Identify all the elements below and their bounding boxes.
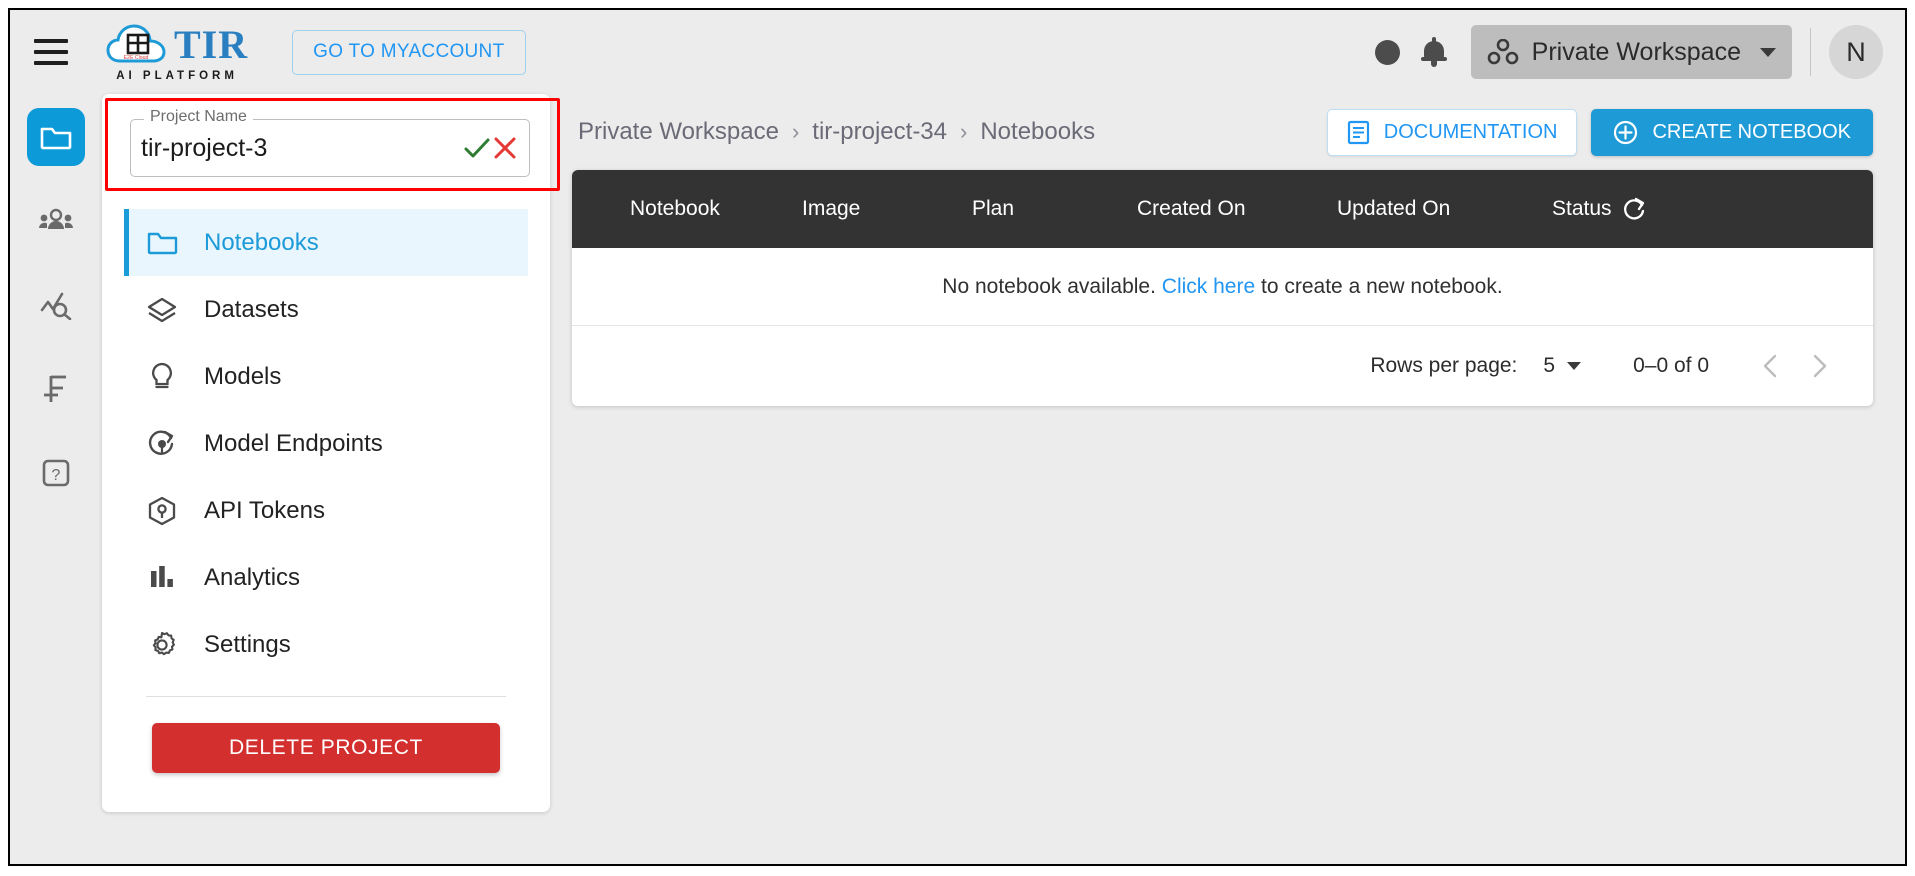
- column-header-status-label: Status: [1552, 197, 1612, 220]
- menu-item-settings[interactable]: Settings: [124, 611, 528, 678]
- avatar[interactable]: N: [1829, 25, 1883, 79]
- breadcrumb-item-workspace[interactable]: Private Workspace: [578, 118, 779, 146]
- gear-icon: [146, 630, 178, 660]
- billing-icon: [44, 375, 66, 402]
- cube-icon: [146, 496, 178, 526]
- column-header-updated-on: Updated On: [1337, 197, 1451, 220]
- previous-page-button[interactable]: [1747, 342, 1795, 390]
- empty-text-before: No notebook available.: [942, 274, 1156, 298]
- create-notebook-button-label: CREATE NOTEBOOK: [1652, 120, 1851, 143]
- endpoint-refresh-icon: [146, 429, 178, 459]
- breadcrumb-item-notebooks: Notebooks: [980, 118, 1096, 145]
- menu-item-label: API Tokens: [204, 496, 325, 524]
- column-header-image: Image: [802, 197, 861, 220]
- page-actions: DOCUMENTATION CREATE NOTEBOOK: [1326, 108, 1905, 156]
- plus-circle-icon: [1614, 120, 1638, 144]
- pagination-range-label: 0–0 of 0: [1633, 354, 1709, 377]
- brand-name: TIR: [174, 21, 249, 67]
- table-empty-state: No notebook available. Click here to cre…: [572, 248, 1873, 326]
- rail-item-billing[interactable]: [27, 360, 85, 418]
- project-name-highlight-box: [105, 98, 560, 191]
- theme-toggle-button[interactable]: [1365, 29, 1411, 75]
- brand-logo[interactable]: E2E Cloud TIR AI PLATFORM: [106, 23, 248, 82]
- refresh-icon[interactable]: [1622, 197, 1647, 222]
- menu-item-model-endpoints[interactable]: Model Endpoints: [124, 410, 528, 477]
- breadcrumb-bar: Private Workspace › tir-project-34 › Not…: [572, 94, 1905, 170]
- rows-per-page-label: Rows per page:: [1370, 354, 1518, 377]
- top-bar: E2E Cloud TIR AI PLATFORM GO TO MYACCOUN…: [10, 10, 1905, 94]
- project-menu: Notebooks Datasets Models Model Endpoint…: [124, 209, 528, 773]
- article-icon: [1347, 120, 1369, 144]
- divider: [1810, 28, 1811, 76]
- menu-item-label: Model Endpoints: [204, 429, 383, 457]
- hamburger-icon[interactable]: [34, 39, 68, 65]
- folder-icon: [146, 230, 178, 255]
- folder-icon: [40, 127, 72, 150]
- people-icon: [39, 208, 73, 229]
- menu-item-label: Models: [204, 362, 282, 390]
- svg-text:?: ?: [52, 467, 61, 484]
- notebooks-section: Private Workspace › tir-project-34 › Not…: [572, 94, 1905, 812]
- menu-item-datasets[interactable]: Datasets: [124, 276, 528, 343]
- delete-project-button[interactable]: DELETE PROJECT: [152, 723, 500, 773]
- lightbulb-icon: [146, 362, 178, 392]
- breadcrumb-separator: ›: [960, 119, 968, 144]
- next-page-button[interactable]: [1795, 342, 1843, 390]
- cloud-logo-icon: E2E Cloud: [106, 23, 166, 62]
- create-notebook-link[interactable]: Click here: [1162, 275, 1255, 299]
- column-header-status: Status: [1552, 197, 1647, 222]
- documentation-button-label: DOCUMENTATION: [1383, 120, 1558, 143]
- menu-item-api-tokens[interactable]: API Tokens: [124, 477, 528, 544]
- go-to-myaccount-button[interactable]: GO TO MYACCOUNT: [292, 29, 526, 75]
- moon-icon: [1375, 39, 1401, 65]
- screenshot-root: E2E Cloud TIR AI PLATFORM GO TO MYACCOUN…: [0, 0, 1915, 876]
- table-pagination: Rows per page: 5 0–0 of 0: [572, 326, 1873, 406]
- top-bar-right-group: Private Workspace N: [1365, 25, 1905, 79]
- workspace-selector[interactable]: Private Workspace: [1470, 25, 1792, 79]
- column-header-plan: Plan: [972, 197, 1015, 220]
- chevron-right-icon: [1813, 354, 1827, 378]
- bar-chart-icon: [146, 565, 178, 591]
- column-header-created-on: Created On: [1137, 197, 1246, 220]
- rail-item-team[interactable]: [27, 192, 85, 250]
- main-content: Project Name tir-project-3 Notebooks Dat…: [102, 94, 1905, 864]
- workspace-group-icon: [1487, 39, 1518, 65]
- brand-subtitle: AI PLATFORM: [116, 69, 238, 82]
- menu-item-label: Analytics: [204, 563, 301, 591]
- menu-item-label: Notebooks: [204, 228, 319, 256]
- column-header-notebook: Notebook: [630, 197, 720, 220]
- chevron-left-icon: [1763, 354, 1777, 378]
- chevron-down-icon: [1760, 47, 1776, 57]
- breadcrumb-item-project[interactable]: tir-project-34: [812, 118, 947, 146]
- browser-window: E2E Cloud TIR AI PLATFORM GO TO MYACCOUN…: [8, 8, 1907, 866]
- create-notebook-button[interactable]: CREATE NOTEBOOK: [1591, 108, 1873, 156]
- menu-item-notebooks[interactable]: Notebooks: [124, 209, 528, 276]
- rows-per-page-select[interactable]: 5: [1543, 354, 1582, 378]
- menu-item-models[interactable]: Models: [124, 343, 528, 410]
- workspace-label: Private Workspace: [1531, 37, 1741, 66]
- rail-item-monitoring[interactable]: [27, 276, 85, 334]
- help-icon: ?: [42, 459, 70, 487]
- empty-text-after: to create a new notebook.: [1261, 274, 1503, 298]
- notebooks-table: Notebook Image Plan Created On Updated O…: [572, 170, 1873, 406]
- notifications-button[interactable]: [1411, 29, 1457, 75]
- menu-item-analytics[interactable]: Analytics: [124, 544, 528, 611]
- bell-icon: [1420, 37, 1447, 67]
- layers-icon: [146, 296, 178, 324]
- logo-caption: E2E Cloud: [124, 55, 149, 61]
- menu-item-label: Datasets: [204, 295, 299, 323]
- left-icon-rail: ?: [10, 94, 102, 864]
- table-header-row: Notebook Image Plan Created On Updated O…: [572, 170, 1873, 248]
- project-panel: Project Name tir-project-3 Notebooks Dat…: [102, 94, 560, 812]
- breadcrumb-separator: ›: [791, 119, 800, 144]
- documentation-button[interactable]: DOCUMENTATION: [1326, 108, 1578, 156]
- menu-item-label: Settings: [204, 630, 291, 658]
- rail-item-projects[interactable]: [27, 108, 85, 166]
- monitoring-icon: [40, 292, 72, 320]
- divider: [146, 696, 506, 697]
- rows-per-page-value: 5: [1543, 354, 1556, 377]
- rail-item-help[interactable]: ?: [27, 444, 85, 502]
- chevron-down-icon: [1567, 362, 1582, 370]
